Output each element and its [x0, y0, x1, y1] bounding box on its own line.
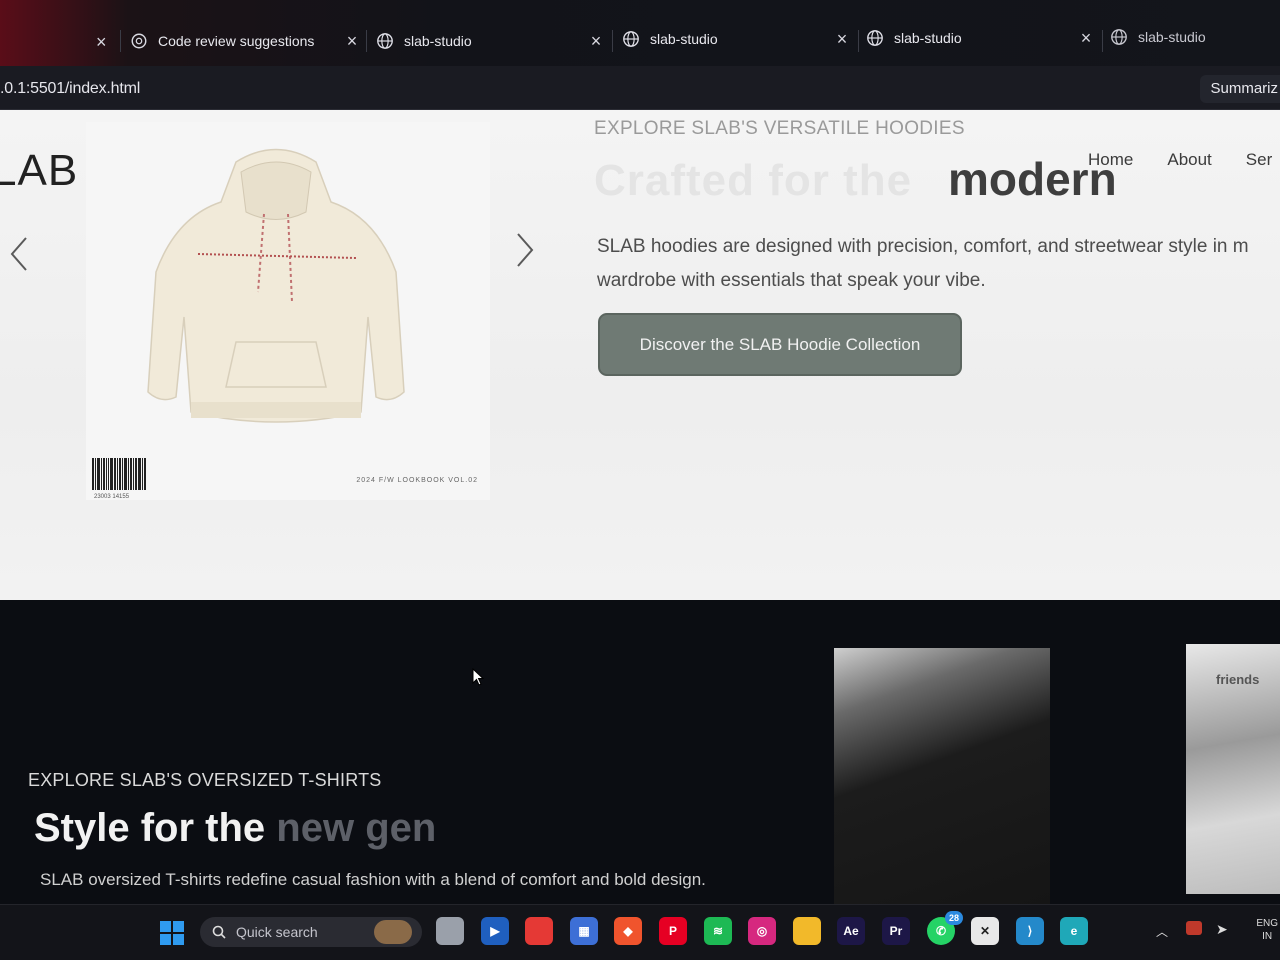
hero-headline-ghost: Crafted for the: [594, 156, 913, 205]
mouse-cursor-icon: [472, 668, 484, 686]
tshirt-photo-secondary: friends: [1186, 644, 1280, 894]
tab-separator: [858, 30, 859, 52]
app-glyph: ◆: [623, 924, 633, 938]
tab-slab-studio-1[interactable]: slab-studio ×: [376, 24, 606, 58]
tshirt-description: SLAB oversized T-shirts redefine casual …: [40, 870, 706, 889]
tshirt-title-ghost: new gen: [276, 806, 437, 850]
app-glyph: ✕: [979, 924, 991, 938]
tab-title: slab-studio: [650, 31, 718, 47]
premiere-icon[interactable]: Pr: [882, 917, 910, 945]
tab-close-icon[interactable]: ×: [96, 32, 114, 52]
system-tray: ︿ ➤ ENG IN: [1156, 915, 1280, 951]
tab-title: slab-studio: [404, 33, 472, 49]
app-glyph: ≋: [712, 924, 724, 938]
barcode-graphic: [92, 458, 150, 490]
capcut-icon[interactable]: ✕: [971, 917, 999, 945]
app-glyph: ✆: [935, 924, 947, 938]
globe-icon: [1111, 29, 1127, 45]
carousel-prev-icon[interactable]: [8, 234, 30, 274]
app-glyph: e: [1070, 924, 1078, 938]
carousel-next-icon[interactable]: [514, 230, 536, 270]
tab-close-icon[interactable]: ×: [832, 29, 852, 49]
media-player-icon[interactable]: ▶: [481, 917, 509, 945]
barcode-number: 23003 14155: [94, 494, 130, 500]
tray-app-icon[interactable]: [1186, 921, 1202, 935]
tab-separator: [366, 30, 367, 52]
app-glyph: ⟩: [1027, 924, 1033, 938]
lookbook-caption: 2024 F/W LOOKBOOK VOL.02: [356, 477, 478, 484]
tab-slab-studio-2[interactable]: slab-studio ×: [622, 22, 852, 56]
file-explorer-icon[interactable]: [793, 917, 821, 945]
tab-separator: [612, 30, 613, 52]
chevron-up-icon[interactable]: ︿: [1156, 923, 1168, 940]
tab-title: slab-studio: [1138, 29, 1206, 45]
windows-start-icon[interactable]: [160, 921, 184, 945]
tshirt-title: Style for the new gen: [34, 806, 436, 851]
tab-close-icon[interactable]: ×: [586, 31, 606, 51]
taskbar-search[interactable]: Quick search: [200, 917, 422, 947]
app-glyph: Ae: [843, 924, 859, 938]
instagram-icon[interactable]: ◎: [748, 917, 776, 945]
vscode-icon[interactable]: ⟩: [1016, 917, 1044, 945]
tab-title: Code review suggestions: [158, 33, 315, 49]
globe-icon: [377, 33, 393, 49]
discover-hoodies-button[interactable]: Discover the SLAB Hoodie Collection: [598, 313, 962, 376]
url-text[interactable]: .0.1:5501/index.html: [0, 80, 140, 98]
tshirt-eyebrow: EXPLORE SLAB'S OVERSIZED T-SHIRTS: [28, 770, 382, 790]
hoodie-hero-section: LAB 23003 14155 2024 F/W LOOKBOOK VOL.02…: [0, 110, 1280, 600]
nav-about-link[interactable]: About: [1167, 150, 1211, 170]
spotify-icon[interactable]: ≋: [704, 917, 732, 945]
hero-eyebrow: EXPLORE SLAB'S VERSATILE HOODIES: [594, 118, 965, 139]
tab-separator: [120, 30, 121, 52]
tshirt-photo: [834, 648, 1050, 904]
hoodie-illustration: [147, 148, 405, 423]
search-placeholder: Quick search: [236, 924, 318, 940]
app-glyph: Pr: [889, 924, 903, 938]
brave-icon[interactable]: ◆: [614, 917, 642, 945]
tab-close-icon[interactable]: ×: [342, 31, 362, 51]
app-diamond-icon[interactable]: [525, 917, 553, 945]
tab-slab-studio-3[interactable]: slab-studio ×: [866, 21, 1096, 55]
search-icon: [212, 925, 226, 939]
app-glyph: ◎: [756, 924, 768, 938]
openai-icon: [131, 33, 147, 49]
site-nav: Home About Ser: [1088, 150, 1272, 170]
tshirt-title-strong: Style for the: [34, 806, 266, 850]
hero-description: SLAB hoodies are designed with precision…: [597, 236, 1249, 291]
windows-taskbar: Quick search ▶ ▦ ◆ P ≋ ◎ Ae Pr ✆ 28 ✕ ⟩ e ︿ ➤ ENG IN: [0, 904, 1280, 960]
after-effects-icon[interactable]: Ae: [837, 917, 865, 945]
site-logo[interactable]: LAB: [0, 146, 78, 196]
browser-tab-strip: × Code review suggestions × slab-studio …: [0, 0, 1280, 66]
nav-services-link[interactable]: Ser: [1246, 150, 1272, 170]
tab-separator: [1102, 30, 1103, 52]
photo-mark-text: friends: [1216, 672, 1260, 687]
tab-title: slab-studio: [894, 30, 962, 46]
task-view-icon[interactable]: [436, 917, 464, 945]
app-glyph: P: [668, 924, 677, 938]
search-highlight-icon: [374, 920, 412, 944]
summarize-button[interactable]: Summariz: [1200, 75, 1280, 103]
region-code: IN: [1262, 931, 1273, 942]
edge-icon[interactable]: e: [1060, 917, 1088, 945]
tab-code-review[interactable]: Code review suggestions ×: [130, 24, 362, 58]
hoodie-product-image: 23003 14155 2024 F/W LOOKBOOK VOL.02: [86, 122, 490, 500]
globe-icon: [867, 30, 883, 46]
send-icon[interactable]: ➤: [1216, 921, 1228, 938]
whatsapp-icon[interactable]: ✆ 28: [927, 911, 963, 945]
pinterest-icon[interactable]: P: [659, 917, 687, 945]
notification-badge: 28: [944, 911, 963, 925]
tshirt-section: EXPLORE SLAB'S OVERSIZED T-SHIRTS Style …: [0, 600, 1280, 904]
language-indicator[interactable]: ENG IN: [1256, 917, 1278, 943]
app-glyph: ▶: [490, 924, 500, 938]
tab-slab-studio-4[interactable]: slab-studio: [1110, 20, 1280, 54]
tab-close-icon[interactable]: ×: [1076, 28, 1096, 48]
app-glyph: ▦: [578, 924, 590, 938]
nav-home-link[interactable]: Home: [1088, 150, 1133, 170]
address-bar[interactable]: .0.1:5501/index.html Summariz: [0, 66, 1280, 110]
store-icon[interactable]: ▦: [570, 917, 598, 945]
globe-icon: [623, 31, 639, 47]
language-code: ENG: [1256, 918, 1278, 929]
